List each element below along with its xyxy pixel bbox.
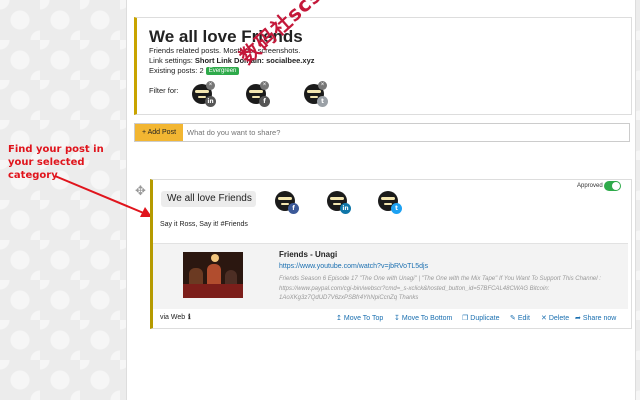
post-facebook-profile: f — [275, 191, 299, 214]
facebook-icon: f — [288, 203, 299, 214]
delete-button[interactable]: ✕ Delete — [541, 314, 569, 322]
link-title: Friends - Unagi — [279, 250, 338, 259]
share-now-button[interactable]: ➦ Share now — [575, 314, 616, 322]
duplicate-button[interactable]: ❐ Duplicate — [462, 314, 499, 322]
pencil-icon: ✎ — [510, 314, 516, 322]
link-url[interactable]: https://www.youtube.com/watch?v=jbRVoTL5… — [279, 263, 428, 270]
twitter-icon: t — [391, 203, 402, 214]
linkedin-icon: in — [340, 203, 351, 214]
edit-button[interactable]: ✎ Edit — [510, 314, 530, 322]
approved-toggle[interactable] — [604, 181, 621, 191]
approved-label: Approved — [577, 183, 603, 189]
share-icon: ➦ — [575, 314, 581, 322]
drag-handle-icon[interactable]: ✥ — [135, 183, 146, 199]
arrow-down-icon: ↧ — [394, 314, 400, 322]
copy-icon: ❐ — [462, 314, 469, 322]
move-to-bottom-button[interactable]: ↧ Move To Bottom — [394, 314, 452, 322]
info-icon[interactable]: ℹ — [188, 313, 191, 321]
move-to-top-button[interactable]: ↥ Move To Top — [336, 314, 383, 322]
arrow-up-icon: ↥ — [336, 314, 342, 322]
link-description: Friends Season 6 Episode 17 "The One wit… — [279, 276, 601, 301]
post-text: Say it Ross, Say it! #Friends — [160, 221, 248, 228]
link-thumbnail[interactable] — [183, 252, 243, 298]
post-twitter-profile: t — [378, 191, 402, 214]
post-source: via Web — [160, 314, 186, 321]
close-icon: ✕ — [541, 314, 547, 322]
post-category-title: We all love Friends — [161, 191, 256, 207]
post-linkedin-profile: in — [327, 191, 351, 214]
